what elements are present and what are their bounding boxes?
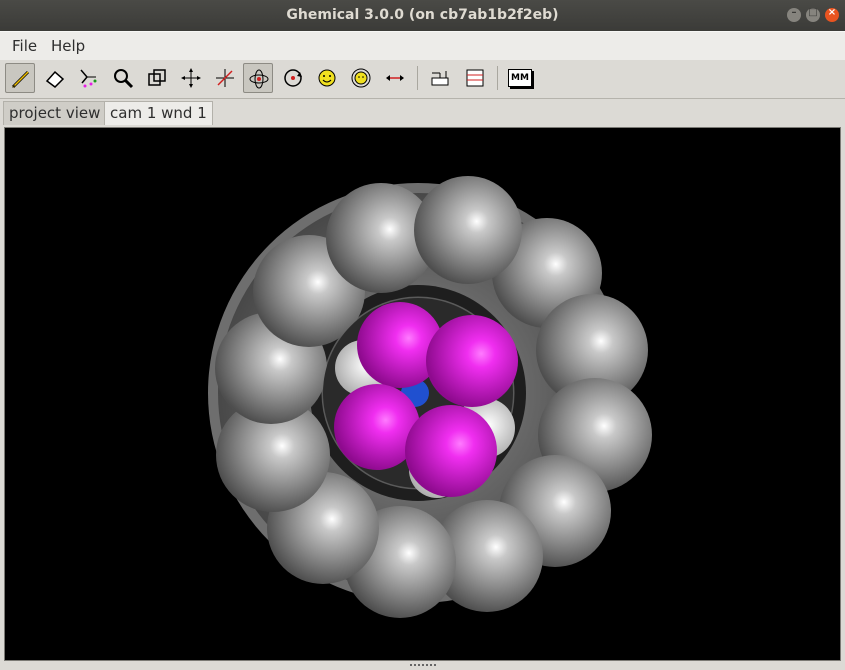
clipping-icon — [148, 69, 166, 86]
tab-project-view[interactable]: project view — [3, 101, 107, 125]
close-button[interactable]: × — [825, 7, 839, 22]
menu-file[interactable]: File — [12, 37, 37, 55]
select-tool-button[interactable] — [74, 63, 104, 93]
rotate-xy-tool-button[interactable] — [312, 63, 342, 93]
measure-icon — [386, 75, 404, 81]
molecule-render — [208, 176, 652, 618]
select-icon — [80, 69, 97, 88]
toolbar-separator — [497, 66, 498, 90]
molecule-viewport[interactable] — [4, 127, 841, 661]
measure-tool-button[interactable] — [380, 63, 410, 93]
toolbar-separator — [417, 66, 418, 90]
maximize-button[interactable]: □ — [806, 7, 820, 22]
bondtype-icon — [466, 69, 484, 87]
magnifier-icon — [114, 69, 134, 89]
orbit-xy-tool-button[interactable] — [243, 63, 273, 93]
draw-tool-button[interactable] — [5, 63, 35, 93]
rotate-z-icon — [351, 68, 371, 88]
rotate-xy-icon — [318, 69, 336, 87]
pencil-icon — [11, 70, 30, 89]
window-title: Ghemical 3.0.0 (on cb7ab1b2f2eb) — [286, 7, 559, 23]
element-icon — [431, 71, 449, 86]
translate-z-icon — [216, 69, 234, 87]
clipping-tool-button[interactable] — [142, 63, 172, 93]
element-tool-button[interactable] — [425, 63, 455, 93]
translate-xy-tool-button[interactable] — [176, 63, 206, 93]
resize-grip-icon[interactable] — [408, 662, 440, 668]
orbit-z-tool-button[interactable] — [278, 63, 308, 93]
mm-setup-button[interactable]: MM — [505, 63, 535, 93]
orbit-z-icon — [284, 69, 302, 87]
menu-help[interactable]: Help — [51, 37, 85, 55]
view-tabs: project view cam 1 wnd 1 — [0, 99, 845, 127]
mm-label: MM — [511, 73, 529, 83]
menu-bar: File Help — [0, 31, 845, 61]
mm-icon: MM — [508, 69, 532, 87]
tab-cam-1-wnd-1[interactable]: cam 1 wnd 1 — [104, 101, 213, 125]
rotate-z-tool-button[interactable] — [346, 63, 376, 93]
eraser-icon — [45, 70, 65, 88]
zoom-tool-button[interactable] — [108, 63, 138, 93]
bondtype-tool-button[interactable] — [460, 63, 490, 93]
minimize-button[interactable]: – — [787, 7, 801, 22]
translate-z-tool-button[interactable] — [210, 63, 240, 93]
translate-xy-icon — [181, 68, 201, 88]
title-bar: Ghemical 3.0.0 (on cb7ab1b2f2eb) – □ × — [0, 0, 845, 31]
orbit-icon — [249, 69, 269, 89]
toolbar: MM — [0, 60, 845, 99]
erase-tool-button[interactable] — [40, 63, 70, 93]
